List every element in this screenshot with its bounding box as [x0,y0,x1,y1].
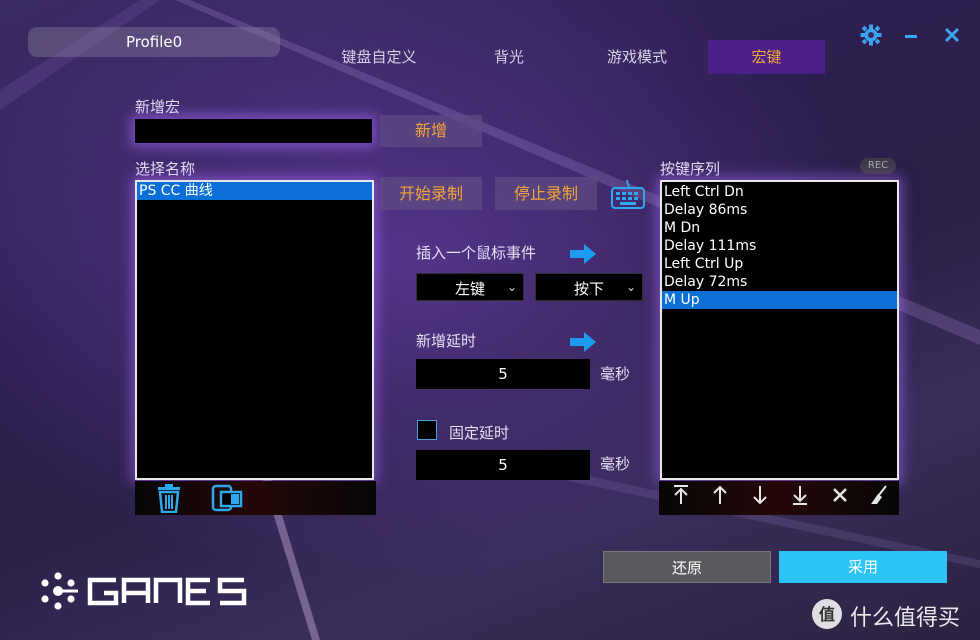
fixed-delay-label: 固定延时 [449,424,510,442]
add-macro-button[interactable]: 新增 [380,115,482,147]
tab-game-mode[interactable]: 游戏模式 [578,40,696,74]
gamdias-logo [38,570,250,618]
insert-mouse-event-label: 插入一个鼠标事件 [416,244,537,262]
start-recording-button[interactable]: 开始录制 [380,177,482,210]
fixed-delay-input[interactable]: 5 [416,450,590,480]
svg-text:值: 值 [819,605,835,624]
keyboard-icon[interactable] [611,178,645,214]
list-item[interactable]: M Up [662,291,897,309]
gear-icon[interactable] [859,24,883,48]
list-item[interactable]: PS CC 曲线 [137,182,372,200]
new-macro-name-input[interactable] [134,118,373,144]
list-item[interactable]: M Dn [662,219,897,237]
profile-name: Profile0 [126,33,183,51]
macro-list-toolbar [135,481,376,515]
select-name-label: 选择名称 [135,160,196,178]
mouse-button-select[interactable]: 左键 ⌄ [416,273,524,301]
macro-editor-window: Profile0 键盘自定义 背光 游戏模式 宏键 新增宏 新增 选择名称 PS… [0,0,980,640]
list-item[interactable]: Left Ctrl Up [662,255,897,273]
add-delay-label: 新增延时 [416,332,477,350]
new-macro-label: 新增宏 [135,98,181,116]
fixed-delay-checkbox[interactable] [417,420,437,440]
move-to-top-icon[interactable] [669,484,693,508]
list-item[interactable]: Left Ctrl Dn [662,183,897,201]
mouse-action-value: 按下 [574,280,605,298]
chevron-down-icon: ⌄ [625,280,636,294]
tab-backlight[interactable]: 背光 [450,40,568,74]
stop-recording-button[interactable]: 停止录制 [495,177,597,210]
move-down-icon[interactable] [748,484,772,508]
macro-name-list[interactable]: PS CC 曲线 [135,180,374,480]
clear-broom-icon[interactable] [867,484,891,508]
tab-keyboard-custom[interactable]: 键盘自定义 [320,40,438,74]
watermark-text: 什么值得买 [850,606,961,631]
list-item[interactable]: Delay 86ms [662,201,897,219]
fixed-delay-unit: 毫秒 [600,455,631,473]
trash-icon[interactable] [155,483,183,517]
move-to-bottom-icon[interactable] [788,484,812,508]
mouse-button-value: 左键 [455,280,486,298]
list-item[interactable]: Delay 72ms [662,273,897,291]
minimize-icon[interactable] [899,24,923,48]
reset-button[interactable]: 还原 [603,551,771,583]
profile-selector[interactable]: Profile0 [28,27,280,57]
insert-mouse-event-arrow-icon[interactable] [570,243,596,265]
tab-label: 背光 [493,48,524,66]
key-sequence-list[interactable]: Left Ctrl Dn Delay 86ms M Dn Delay 111ms… [660,180,899,480]
mouse-action-select[interactable]: 按下 ⌄ [535,273,643,301]
chevron-down-icon: ⌄ [506,280,517,294]
rec-badge: REC [860,158,896,174]
copy-macro-icon[interactable] [211,484,243,516]
list-item[interactable]: Delay 111ms [662,237,897,255]
close-icon[interactable] [940,24,964,48]
apply-button[interactable]: 采用 [779,551,947,583]
watermark-badge-icon: 值 [810,597,844,635]
key-sequence-label: 按键序列 [660,160,721,178]
tab-label: 游戏模式 [606,48,667,66]
tab-label: 键盘自定义 [341,48,417,66]
delay-input[interactable]: 5 [416,359,590,389]
add-delay-arrow-icon[interactable] [570,331,596,353]
tab-label: 宏键 [751,48,782,66]
delay-unit: 毫秒 [600,365,631,383]
move-up-icon[interactable] [708,484,732,508]
tab-macro[interactable]: 宏键 [708,40,825,74]
key-sequence-toolbar [659,481,899,515]
delete-entry-icon[interactable] [828,484,852,508]
